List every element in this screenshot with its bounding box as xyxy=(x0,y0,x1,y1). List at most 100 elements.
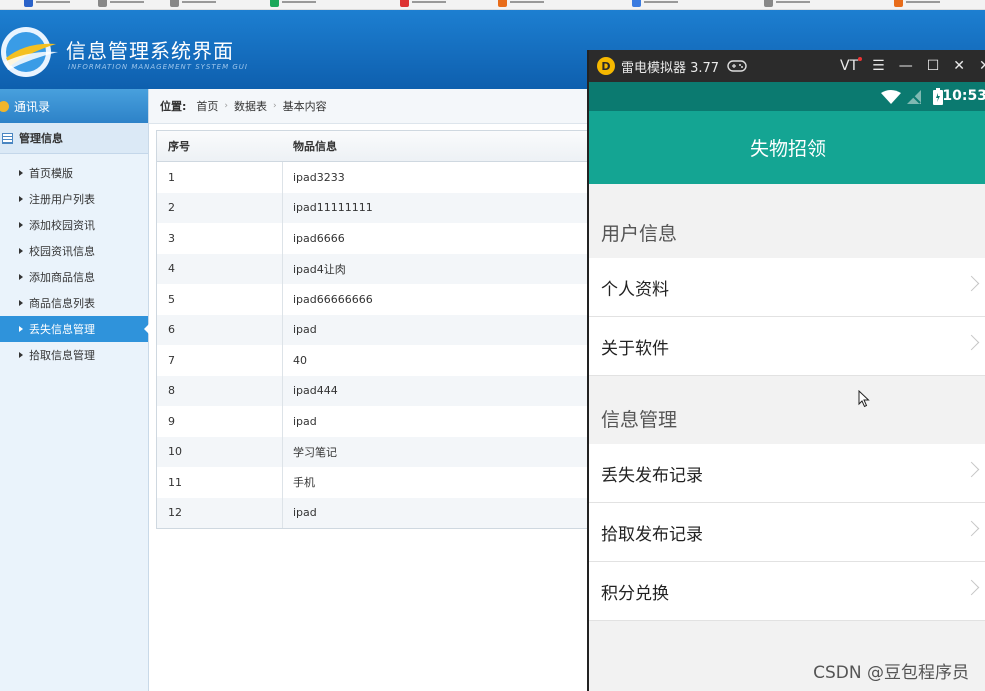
menu-item-found-records[interactable]: 拾取发布记录 xyxy=(589,503,985,562)
chevron-right-icon xyxy=(963,579,980,596)
table-header: 序号 物品信息 xyxy=(157,131,590,162)
contacts-icon xyxy=(0,100,9,112)
breadcrumb: 位置: 首页 › 数据表 › 基本内容 xyxy=(149,89,589,124)
section-heading-info-manage: 信息管理 xyxy=(601,409,678,431)
app-toolbar-title: 失物招领 xyxy=(749,138,826,160)
app-subtitle: INFORMATION MANAGEMENT SYSTEM GUI xyxy=(68,63,248,71)
menu-item-label: 丢失发布记录 xyxy=(601,465,703,486)
sidebar-item-news-info[interactable]: 校园资讯信息 xyxy=(0,238,148,264)
table-row[interactable]: 4 ipad4让肉 xyxy=(157,253,590,284)
table-row[interactable]: 5 ipad66666666 xyxy=(157,284,590,315)
cell-item-info: ipad11111111 xyxy=(293,201,373,215)
menu-item-about[interactable]: 关于软件 xyxy=(589,317,985,376)
sidebar-item-label: 注册用户列表 xyxy=(29,193,95,206)
sidebar-item-lost-manage[interactable]: 丢失信息管理 xyxy=(0,316,149,342)
globe-logo-icon xyxy=(1,27,58,77)
section-heading-user-info: 用户信息 xyxy=(601,223,678,245)
chevron-right-icon xyxy=(963,275,980,292)
sidebar-item-label: 商品信息列表 xyxy=(29,297,95,310)
menu-item-label: 关于软件 xyxy=(601,338,669,359)
cell-item-info: 手机 xyxy=(293,476,315,490)
sidebar-close-icon[interactable]: ✕ xyxy=(979,58,985,74)
status-time: 10:53 xyxy=(942,88,985,104)
cell-index: 10 xyxy=(157,436,283,467)
cell-index: 6 xyxy=(157,314,283,345)
table-row[interactable]: 9 ipad xyxy=(157,406,590,437)
bookmarks-bar xyxy=(0,0,985,10)
sidebar-item-found-manage[interactable]: 拾取信息管理 xyxy=(0,342,148,368)
chevron-right-icon: › xyxy=(273,101,277,111)
bookmark-item[interactable] xyxy=(24,0,70,8)
cell-index: 5 xyxy=(157,284,283,315)
cell-index: 4 xyxy=(157,253,283,284)
sidebar-top-contacts[interactable]: 通讯录 xyxy=(0,89,148,123)
menu-item-profile[interactable]: 个人资料 xyxy=(589,258,985,317)
breadcrumb-home[interactable]: 首页 xyxy=(196,98,218,114)
table-row[interactable]: 6 ipad xyxy=(157,314,590,345)
cell-item-info: ipad xyxy=(293,414,317,428)
cell-index: 7 xyxy=(157,345,283,376)
emulator-window: D 雷电模拟器 3.77 VT ☰ — ☐ ✕ ✕ 10:53 失物招领 用户信… xyxy=(587,50,985,691)
android-statusbar: 10:53 xyxy=(589,82,985,111)
cell-item-info: ipad3233 xyxy=(293,170,345,184)
bookmark-item[interactable] xyxy=(764,0,810,8)
sidebar-item-label: 首页模版 xyxy=(29,167,73,180)
menu-item-label: 积分兑换 xyxy=(601,583,669,604)
bookmark-item[interactable] xyxy=(170,0,216,8)
mouse-cursor-icon xyxy=(858,390,870,408)
sidebar: 通讯录 管理信息 首页模版 注册用户列表 添加校园资讯 校园资讯信息 添加商品信… xyxy=(0,89,149,691)
maximize-icon[interactable]: ☐ xyxy=(927,58,940,74)
triangle-right-icon xyxy=(19,170,23,176)
cell-item-info: 40 xyxy=(293,353,307,367)
table-row[interactable]: 8 ipad444 xyxy=(157,375,590,406)
table-row[interactable]: 10 学习笔记 xyxy=(157,436,590,467)
bookmark-item[interactable] xyxy=(498,0,544,8)
table-row[interactable]: 12 ipad xyxy=(157,497,590,528)
sidebar-item-label: 丢失信息管理 xyxy=(29,323,95,336)
gamepad-icon[interactable] xyxy=(727,60,747,72)
bookmark-item[interactable] xyxy=(270,0,316,8)
minimize-icon[interactable]: — xyxy=(899,58,913,74)
sidebar-item-user-list[interactable]: 注册用户列表 xyxy=(0,186,148,212)
chevron-right-icon xyxy=(963,334,980,351)
sidebar-item-add-news[interactable]: 添加校园资讯 xyxy=(0,212,148,238)
sidebar-group-manage[interactable]: 管理信息 xyxy=(0,123,148,154)
sidebar-item-home-template[interactable]: 首页模版 xyxy=(0,160,148,186)
vt-label: VT xyxy=(840,58,859,74)
list-icon xyxy=(2,132,13,144)
cell-item-info: ipad xyxy=(293,506,317,520)
menu-item-points-exchange[interactable]: 积分兑换 xyxy=(589,562,985,621)
bookmark-item[interactable] xyxy=(632,0,678,8)
emulator-logo-icon: D xyxy=(597,57,615,75)
table-body: 1 ipad3233 2 ipad11111111 3 ipad6666 4 ipad4让肉 5… xyxy=(157,162,590,528)
cell-item-info: ipad66666666 xyxy=(293,292,373,306)
sidebar-item-product-list[interactable]: 商品信息列表 xyxy=(0,290,148,316)
bookmark-item[interactable] xyxy=(98,0,144,8)
sidebar-item-add-product[interactable]: 添加商品信息 xyxy=(0,264,148,290)
sidebar-top-label: 通讯录 xyxy=(14,99,51,114)
table-row[interactable]: 7 40 xyxy=(157,345,590,376)
vt-indicator[interactable]: VT xyxy=(840,57,863,74)
breadcrumb-datatable[interactable]: 数据表 xyxy=(234,98,267,114)
triangle-right-icon xyxy=(19,274,23,280)
menu-icon[interactable]: ☰ xyxy=(872,58,885,74)
bookmark-item[interactable] xyxy=(894,0,940,8)
breadcrumb-basic: 基本内容 xyxy=(282,100,327,113)
table-row[interactable]: 1 ipad3233 xyxy=(157,162,590,193)
emulator-title: 雷电模拟器 3.77 xyxy=(621,60,720,76)
triangle-right-icon xyxy=(19,326,23,332)
menu-item-lost-records[interactable]: 丢失发布记录 xyxy=(589,444,985,503)
cell-item-info: ipad6666 xyxy=(293,231,345,245)
table-row[interactable]: 3 ipad6666 xyxy=(157,223,590,254)
bookmark-item[interactable] xyxy=(400,0,446,8)
cell-item-info: 学习笔记 xyxy=(293,445,337,459)
signal-off-icon xyxy=(907,90,921,104)
cell-index: 2 xyxy=(157,192,283,223)
menu-item-label: 个人资料 xyxy=(601,279,669,300)
cell-index: 1 xyxy=(157,162,283,193)
table-row[interactable]: 11 手机 xyxy=(157,467,590,498)
triangle-right-icon xyxy=(19,196,23,202)
sidebar-group-label: 管理信息 xyxy=(19,132,63,145)
table-row[interactable]: 2 ipad11111111 xyxy=(157,192,590,223)
close-icon[interactable]: ✕ xyxy=(953,58,965,74)
